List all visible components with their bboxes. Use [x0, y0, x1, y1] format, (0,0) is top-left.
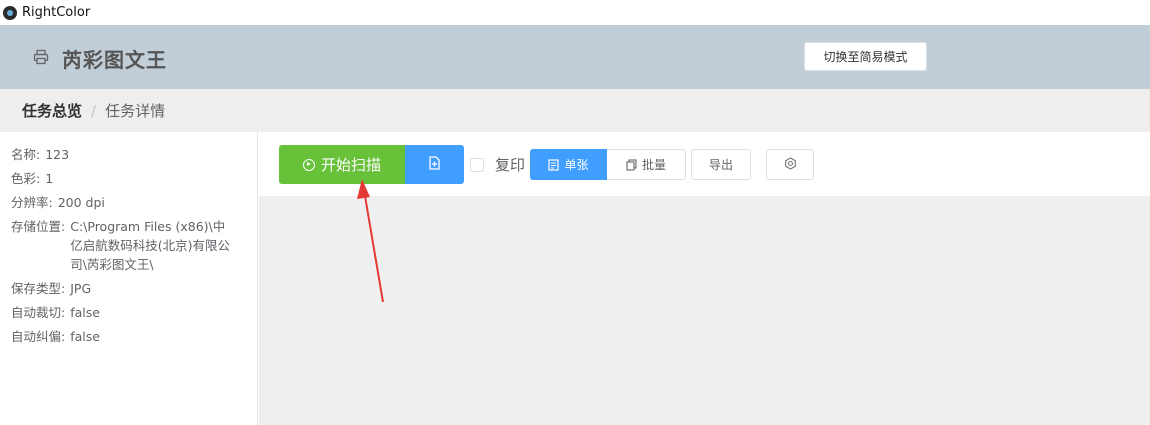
batch-mode-button[interactable]: 批量: [607, 149, 686, 180]
window-title: RightColor: [22, 5, 91, 20]
info-save-type-label: 保存类型:: [11, 281, 66, 296]
breadcrumb-separator: /: [91, 101, 97, 120]
window-titlebar: RightColor: [0, 0, 1150, 25]
new-file-button[interactable]: [405, 145, 464, 184]
info-auto-deskew-value: false: [70, 329, 100, 344]
file-add-icon: [428, 155, 441, 174]
app-header: 芮彩图文王 切换至简易模式: [0, 25, 1150, 89]
info-auto-deskew: 自动纠偏: false: [11, 327, 257, 346]
document-icon: [548, 158, 560, 171]
single-mode-label: 单张: [564, 158, 589, 172]
start-scan-button[interactable]: 开始扫描: [279, 145, 405, 184]
settings-button[interactable]: [766, 149, 814, 180]
start-scan-label: 开始扫描: [320, 156, 381, 174]
info-auto-crop-value: false: [70, 305, 100, 320]
breadcrumb: 任务总览 / 任务详情: [0, 89, 1150, 132]
info-auto-crop: 自动裁切: false: [11, 303, 257, 322]
info-name-value: 123: [45, 147, 70, 162]
info-storage-value: C:\Program Files (x86)\中亿启航数码科技(北京)有限公司\…: [70, 219, 230, 272]
gear-icon: [784, 155, 797, 174]
breadcrumb-task-detail: 任务详情: [105, 102, 166, 120]
batch-mode-label: 批量: [641, 158, 666, 172]
info-name: 名称: 123: [11, 145, 257, 164]
duplex-label: 复印: [495, 156, 526, 174]
info-auto-crop-label: 自动裁切:: [11, 305, 66, 320]
info-color-label: 色彩:: [11, 171, 41, 186]
info-auto-deskew-label: 自动纠偏:: [11, 329, 66, 344]
breadcrumb-task-overview[interactable]: 任务总览: [22, 100, 82, 121]
info-color-value: 1: [45, 171, 54, 186]
switch-simple-mode-button[interactable]: 切换至简易模式: [804, 42, 927, 71]
toolbar: 开始扫描 复印 单张 批量 导出: [259, 132, 1150, 196]
export-button[interactable]: 导出: [691, 149, 751, 180]
single-mode-button[interactable]: 单张: [530, 149, 607, 180]
main-workspace: 开始扫描 复印 单张 批量 导出: [259, 132, 1150, 425]
printer-icon: [33, 49, 49, 65]
info-color: 色彩: 1: [11, 169, 257, 188]
duplex-checkbox-wrap[interactable]: 复印: [470, 154, 525, 175]
rightcolor-logo-icon: [3, 5, 17, 20]
info-storage: 存储位置: C:\Program Files (x86)\中亿启航数码科技(北京…: [11, 217, 257, 274]
info-save-type-value: JPG: [70, 281, 92, 296]
app-name: 芮彩图文王: [62, 48, 167, 72]
info-save-type: 保存类型: JPG: [11, 279, 257, 298]
info-resolution: 分辨率: 200 dpi: [11, 193, 257, 212]
duplex-checkbox[interactable]: [470, 157, 484, 172]
info-resolution-label: 分辨率:: [11, 195, 53, 210]
info-storage-label: 存储位置:: [11, 219, 66, 234]
task-info-panel: 名称: 123 色彩: 1 分辨率: 200 dpi 存储位置: C:\Prog…: [0, 132, 258, 425]
info-name-label: 名称:: [11, 147, 41, 162]
play-circle-icon: [302, 158, 315, 171]
info-resolution-value: 200 dpi: [57, 195, 105, 210]
copy-icon: [626, 158, 637, 171]
